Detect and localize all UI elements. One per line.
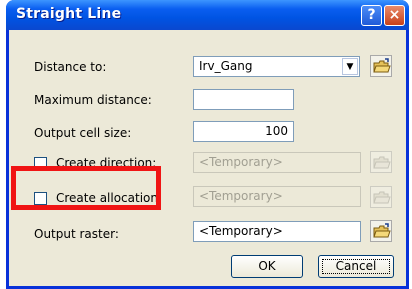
output-raster-label: Output raster: [34,227,119,241]
output-cell-size-label: Output cell size: [34,126,132,140]
folder-open-icon [373,156,391,169]
folder-open-icon [373,223,391,238]
straight-line-dialog: Straight Line ? × [6,0,409,289]
browse-output-raster-button[interactable] [370,220,392,242]
output-raster-input[interactable]: <Temporary> [193,221,361,242]
focus-rectangle [322,259,390,274]
maximum-distance-input[interactable] [193,89,294,110]
maximum-distance-label: Maximum distance: [34,93,152,107]
browse-allocation-button[interactable] [370,186,392,208]
ok-button[interactable]: OK [231,255,303,278]
folder-open-icon [373,58,391,73]
title-bar[interactable]: Straight Line ? × [6,0,409,30]
annotation-highlight-box [11,166,161,210]
allocation-output-input[interactable]: <Temporary> [193,186,361,207]
distance-to-combobox[interactable]: Irv_Gang ▼ [193,56,360,77]
folder-open-icon [373,191,391,204]
dialog-title: Straight Line [16,6,122,22]
help-button[interactable]: ? [361,5,382,26]
browse-distance-to-button[interactable] [370,55,392,77]
close-button[interactable]: × [384,5,405,26]
distance-to-value: Irv_Gang [199,59,253,73]
chevron-down-icon[interactable]: ▼ [342,58,358,75]
output-cell-size-input[interactable]: 100 [193,121,294,142]
distance-to-label: Distance to: [34,60,107,74]
direction-output-input[interactable]: <Temporary> [193,152,361,173]
cancel-button[interactable]: Cancel [318,255,394,278]
browse-direction-button[interactable] [370,151,392,173]
